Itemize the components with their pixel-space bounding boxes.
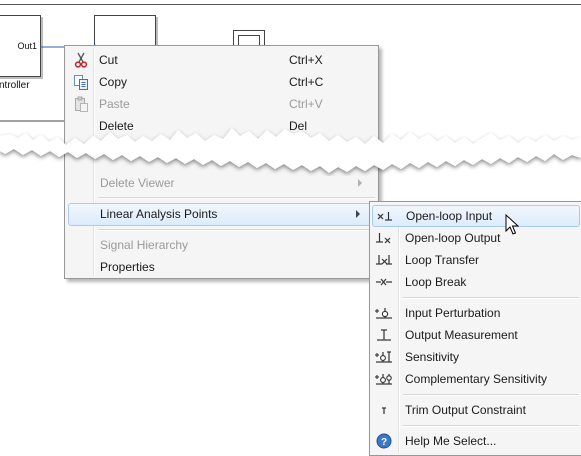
open-loop-output-icon	[376, 233, 391, 244]
submenu-item-label: Sensitivity	[405, 350, 460, 364]
submenu-item-complementary-sensitivity[interactable]: Complementary Sensitivity	[370, 368, 581, 390]
menu-item-properties[interactable]: Properties	[65, 256, 378, 278]
submenu-item-label: Open-loop Input	[406, 209, 493, 223]
help-icon: ?	[376, 433, 392, 449]
submenu-separator	[403, 297, 579, 299]
controller-block[interactable]: Out1	[0, 15, 41, 77]
canvas-border-line	[0, 4, 581, 5]
copy-icon	[74, 75, 88, 90]
submenu-item-help-me-select[interactable]: ? Help Me Select...	[370, 430, 581, 452]
menu-item-linear-analysis-points[interactable]: Linear Analysis Points	[68, 203, 375, 226]
sensitivity-icon	[375, 351, 392, 363]
submenu-item-label: Complementary Sensitivity	[405, 372, 548, 386]
menu-item-label: Paste	[99, 97, 130, 111]
complementary-sensitivity-icon	[375, 374, 392, 385]
menu-item-shortcut: Ctrl+X	[289, 53, 323, 67]
torn-edge-divider	[0, 128, 581, 173]
submenu-item-open-loop-input[interactable]: Open-loop Input	[372, 205, 580, 227]
submenu-separator	[403, 425, 579, 427]
trim-output-constraint-icon	[382, 407, 386, 414]
submenu-item-loop-transfer[interactable]: Loop Transfer	[370, 249, 581, 271]
menu-item-label: Linear Analysis Points	[100, 207, 218, 221]
submenu-item-label: Output Measurement	[405, 328, 518, 342]
menu-item-signal-hierarchy[interactable]: Signal Hierarchy	[65, 234, 378, 256]
menu-item-label: Copy	[99, 75, 128, 89]
menu-item-shortcut: Ctrl+C	[289, 75, 324, 89]
submenu-item-output-measurement[interactable]: Output Measurement	[370, 324, 581, 346]
submenu-item-open-loop-output[interactable]: Open-loop Output	[370, 227, 581, 249]
submenu-item-label: Loop Break	[405, 275, 467, 289]
loop-break-icon	[376, 278, 392, 286]
scissors-icon	[74, 52, 88, 68]
input-perturbation-icon	[375, 308, 392, 319]
menu-item-label: Cut	[99, 53, 118, 67]
submenu-item-trim-output-constraint[interactable]: Trim Output Constraint	[370, 399, 581, 421]
menu-item-label: Signal Hierarchy	[100, 238, 189, 252]
menu-item-label: Delete Viewer	[100, 176, 175, 190]
submenu-separator	[403, 394, 579, 396]
submenu-item-loop-break[interactable]: Loop Break	[370, 271, 581, 293]
menu-separator	[98, 197, 375, 199]
submenu-item-input-perturbation[interactable]: Input Perturbation	[370, 302, 581, 324]
open-loop-input-icon	[377, 212, 392, 221]
output-measurement-icon	[377, 329, 391, 341]
submenu-item-label: Input Perturbation	[405, 306, 501, 320]
submenu-item-label: Open-loop Output	[405, 231, 501, 245]
menu-item-label: Properties	[100, 260, 155, 274]
loop-transfer-icon	[376, 255, 392, 265]
controller-block-label: ntroller	[0, 80, 30, 91]
submenu-arrow-icon	[358, 179, 362, 187]
menu-separator	[98, 229, 375, 231]
paste-icon	[75, 96, 88, 112]
menu-item-shortcut: Ctrl+V	[289, 97, 323, 111]
submenu-item-label: Help Me Select...	[405, 434, 497, 448]
linear-analysis-points-submenu: Open-loop Input Open-loop Output Loop Tr…	[369, 201, 581, 456]
menu-item-copy[interactable]: Copy Ctrl+C	[65, 71, 378, 93]
mouse-cursor-icon	[505, 214, 519, 235]
controller-output-port-label: Out1	[17, 41, 37, 51]
submenu-item-label: Loop Transfer	[405, 253, 480, 267]
menu-item-cut[interactable]: Cut Ctrl+X	[65, 49, 378, 71]
svg-text:?: ?	[381, 437, 387, 448]
submenu-item-label: Trim Output Constraint	[405, 403, 526, 417]
menu-item-paste[interactable]: Paste Ctrl+V	[65, 93, 378, 115]
submenu-arrow-icon	[356, 210, 360, 218]
submenu-item-sensitivity[interactable]: Sensitivity	[370, 346, 581, 368]
